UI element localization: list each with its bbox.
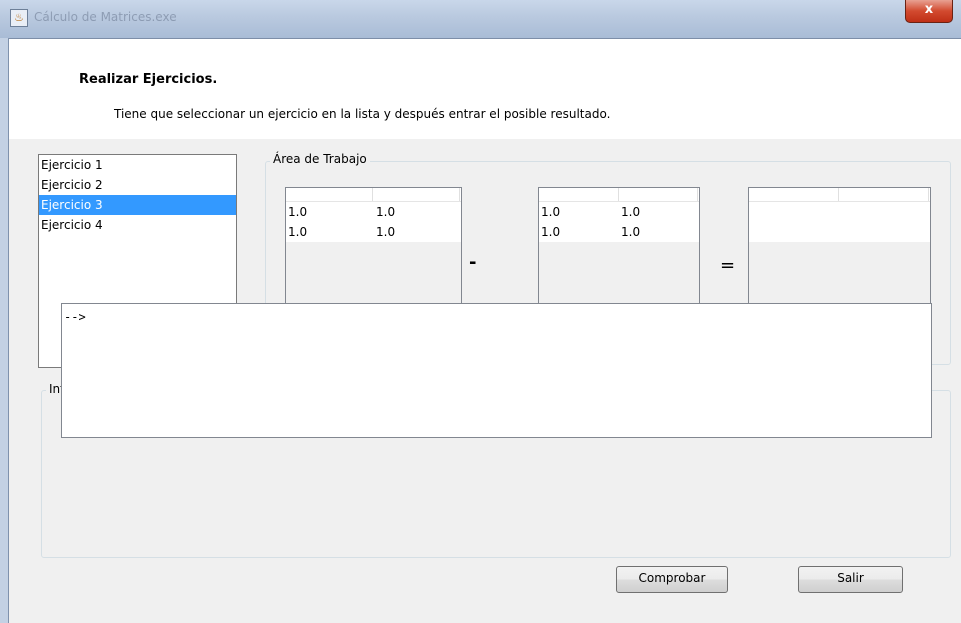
list-item-selected[interactable]: Ejercicio 3 [39, 195, 236, 215]
table-cell[interactable]: 1.0 [541, 225, 560, 239]
exit-button[interactable]: Salir [798, 566, 903, 593]
table-header [539, 188, 699, 202]
info-text-area[interactable]: --> [61, 303, 932, 438]
java-app-icon: ♨ [10, 9, 28, 27]
page-title: Realizar Ejercicios. [79, 72, 218, 87]
table-row[interactable]: 1.0 1.0 [286, 222, 461, 242]
list-item[interactable]: Ejercicio 4 [39, 215, 236, 235]
instructions-text: Tiene que seleccionar un ejercicio en la… [114, 107, 611, 121]
work-area-title: Área de Trabajo [270, 152, 370, 166]
result-input-area[interactable] [749, 202, 930, 242]
minus-operator: - [469, 252, 477, 273]
table-header [749, 188, 930, 202]
list-item[interactable]: Ejercicio 1 [39, 155, 236, 175]
table-row[interactable]: 1.0 1.0 [286, 202, 461, 222]
table-cell[interactable]: 1.0 [621, 205, 640, 219]
close-button[interactable]: x [905, 0, 953, 23]
title-bar: ♨ Cálculo de Matrices.exe x [0, 0, 961, 39]
header-panel: Realizar Ejercicios. Tiene que seleccion… [9, 39, 961, 139]
table-cell[interactable]: 1.0 [621, 225, 640, 239]
table-cell[interactable]: 1.0 [288, 205, 307, 219]
table-cell[interactable]: 1.0 [376, 225, 395, 239]
table-cell[interactable]: 1.0 [376, 205, 395, 219]
table-header [286, 188, 461, 202]
info-text: --> [64, 310, 86, 324]
window-title: Cálculo de Matrices.exe [34, 10, 177, 24]
table-row[interactable]: 1.0 1.0 [539, 202, 699, 222]
window-client: Realizar Ejercicios. Tiene que seleccion… [9, 39, 961, 623]
check-button[interactable]: Comprobar [616, 566, 728, 593]
table-cell[interactable]: 1.0 [541, 205, 560, 219]
equals-operator: = [720, 255, 736, 276]
table-cell[interactable]: 1.0 [288, 225, 307, 239]
list-item[interactable]: Ejercicio 2 [39, 175, 236, 195]
table-row[interactable]: 1.0 1.0 [539, 222, 699, 242]
window-frame [0, 38, 9, 623]
